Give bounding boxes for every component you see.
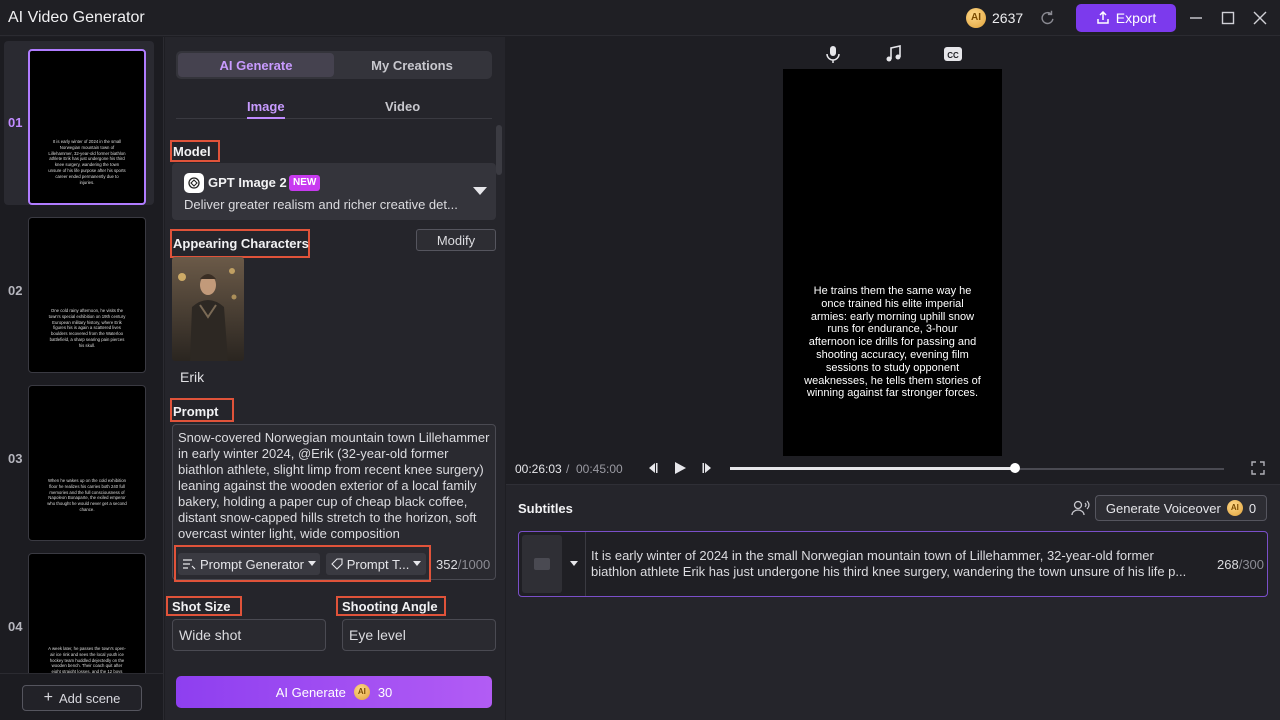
close-icon[interactable] <box>1250 8 1270 28</box>
scene-number: 03 <box>8 451 23 466</box>
subtitle-line: biathlon athlete Erik has just undergone… <box>591 564 1187 579</box>
character-name: Erik <box>180 369 205 385</box>
subtitle-text[interactable]: It is early winter of 2024 in the small … <box>591 548 1201 580</box>
video-caption: He trains them the same way he once trai… <box>804 285 981 400</box>
prompt-generator-button[interactable]: Prompt Generator <box>178 553 320 575</box>
plus-icon: + <box>43 689 53 706</box>
scene-thumbnail: One cold rainy afternoon, he visits the … <box>28 217 146 373</box>
prompt-generator-label: Prompt Generator <box>199 556 305 572</box>
subtitle-line: It is early winter of 2024 in the small … <box>591 548 1154 563</box>
thumbnail-text: One cold rainy afternoon, he visits the … <box>48 308 126 348</box>
panel-scrollbar[interactable] <box>496 125 502 175</box>
total-time: 00:45:00 <box>576 462 623 476</box>
chevron-down-icon <box>413 561 422 566</box>
chevron-down-icon[interactable] <box>472 186 488 196</box>
chevron-down-icon <box>308 561 317 566</box>
scene-number: 01 <box>8 115 23 130</box>
maximize-icon[interactable] <box>1218 8 1238 28</box>
character-portrait[interactable] <box>172 257 244 361</box>
credit-count: 2637 <box>992 10 1024 26</box>
appearing-characters-label: Appearing Characters <box>173 236 309 251</box>
prompt-count-value: 352 <box>436 557 458 572</box>
shot-size-select[interactable]: Wide shot <box>172 619 326 651</box>
subtitle-count-value: 268 <box>1217 557 1239 572</box>
music-note-icon[interactable] <box>883 44 903 64</box>
export-icon <box>1097 11 1109 24</box>
subtab-image[interactable]: Image <box>247 99 285 114</box>
scene-number: 04 <box>8 619 23 634</box>
subtitle-char-count: 268/300 <box>1217 557 1264 572</box>
ai-generate-button[interactable]: AI Generate AI 30 <box>176 676 492 708</box>
svg-text:CC: CC <box>947 51 959 60</box>
play-icon[interactable] <box>673 461 687 475</box>
scene-number: 02 <box>8 283 23 298</box>
prompt-text[interactable]: Snow-covered Norwegian mountain town Lil… <box>178 430 490 540</box>
generate-voiceover-label: Generate Voiceover <box>1105 500 1221 516</box>
subtitles-title: Subtitles <box>518 501 573 516</box>
previous-frame-icon[interactable] <box>646 462 658 474</box>
shooting-angle-label: Shooting Angle <box>342 599 438 614</box>
subtab-video[interactable]: Video <box>385 99 420 114</box>
openai-icon <box>184 173 204 193</box>
app-title: AI Video Generator <box>8 9 145 26</box>
subtitle-divider <box>585 532 586 596</box>
ai-coin-icon: AI <box>353 684 370 700</box>
ai-coin-icon: AI <box>966 8 986 28</box>
scene-list: 01 It is early winter of 2024 in the sma… <box>0 37 164 720</box>
credit-balance[interactable]: AI 2637 <box>966 7 1023 29</box>
add-scene-button[interactable]: + Add scene <box>22 685 142 711</box>
modify-button[interactable]: Modify <box>416 229 496 251</box>
scene-item-01[interactable]: 01 It is early winter of 2024 in the sma… <box>4 41 154 205</box>
ai-coin-icon: AI <box>1226 500 1243 516</box>
add-scene-label: Add scene <box>58 690 121 706</box>
thumbnail-text: When he wakes up on the cold exhibition … <box>47 478 127 512</box>
voice-settings-icon[interactable] <box>1070 498 1090 518</box>
export-label: Export <box>1115 10 1157 26</box>
title-bar: AI Video Generator AI 2637 Export <box>0 0 1280 36</box>
model-name: GPT Image 2 <box>208 175 287 190</box>
subtab-divider <box>176 118 492 119</box>
prompt-char-count: 352/1000 <box>436 557 490 572</box>
model-description: Deliver greater realism and richer creat… <box>184 197 458 212</box>
thumbnail-text: It is early winter of 2024 in the small … <box>48 139 126 185</box>
scene-thumbnail: It is early winter of 2024 in the small … <box>28 49 146 205</box>
shot-size-label: Shot Size <box>172 599 231 614</box>
subtab-active-indicator <box>247 117 285 119</box>
scene-item-02[interactable]: 02 One cold rainy afternoon, he visits t… <box>4 209 154 373</box>
microphone-icon[interactable] <box>823 44 843 64</box>
tab-ai-generate[interactable]: AI Generate <box>178 53 334 77</box>
generate-voiceover-button[interactable]: Generate Voiceover AI 0 <box>1095 495 1267 521</box>
prompt-template-button[interactable]: Prompt T... <box>326 553 426 575</box>
refresh-icon[interactable] <box>1038 9 1056 27</box>
minimize-icon[interactable] <box>1186 8 1206 28</box>
current-time: 00:26:03 <box>515 462 562 476</box>
next-frame-icon[interactable] <box>702 462 714 474</box>
ai-generate-cost: 30 <box>377 684 393 700</box>
timeline-handle[interactable] <box>1009 463 1020 473</box>
new-badge: NEW <box>289 175 321 191</box>
time-separator: / <box>566 462 570 476</box>
prompt-template-label: Prompt T... <box>346 556 410 572</box>
ai-generate-label: AI Generate <box>275 684 346 700</box>
shooting-angle-select[interactable]: Eye level <box>342 619 496 651</box>
scene-thumbnail: A week later, he passes the town's open-… <box>28 553 146 685</box>
prompt-count-max: /1000 <box>457 557 491 572</box>
voice-avatar[interactable] <box>522 535 562 593</box>
scene-thumbnail: When he wakes up on the cold exhibition … <box>28 385 146 541</box>
speaker-avatar-icon <box>534 558 550 570</box>
model-label: Model <box>173 144 211 159</box>
tab-my-creations[interactable]: My Creations <box>334 53 490 77</box>
fullscreen-icon[interactable] <box>1251 461 1265 475</box>
closed-caption-icon[interactable]: CC <box>943 44 963 64</box>
prompt-label: Prompt <box>173 404 219 419</box>
voiceover-cost: 0 <box>1248 500 1257 516</box>
scene-item-03[interactable]: 03 When he wakes up on the cold exhibiti… <box>4 377 154 541</box>
tag-icon <box>330 558 343 570</box>
list-edit-icon <box>182 559 196 570</box>
chevron-down-icon[interactable] <box>570 561 578 567</box>
export-button[interactable]: Export <box>1076 4 1176 32</box>
subtitle-count-max: /300 <box>1238 557 1265 572</box>
timeline-progress <box>730 467 1015 470</box>
